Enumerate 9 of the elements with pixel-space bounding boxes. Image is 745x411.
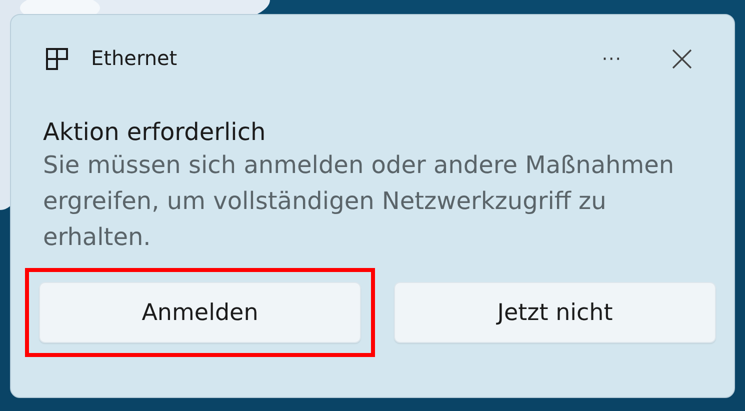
close-button[interactable] <box>672 49 692 69</box>
notification-title: Aktion erforderlich <box>43 117 267 147</box>
more-button[interactable]: ··· <box>592 48 632 70</box>
app-name: Ethernet <box>91 46 178 70</box>
action-button[interactable]: Jetzt nicht <box>394 282 716 343</box>
action-button[interactable]: Anmelden <box>39 282 361 343</box>
close-icon <box>672 49 692 69</box>
network-icon <box>46 48 68 70</box>
notification-message: Sie müssen sich anmelden oder andere Maßnahmen ergreifen, um vollständigen Netzwerkzugriff zu erhalten. <box>43 150 676 253</box>
